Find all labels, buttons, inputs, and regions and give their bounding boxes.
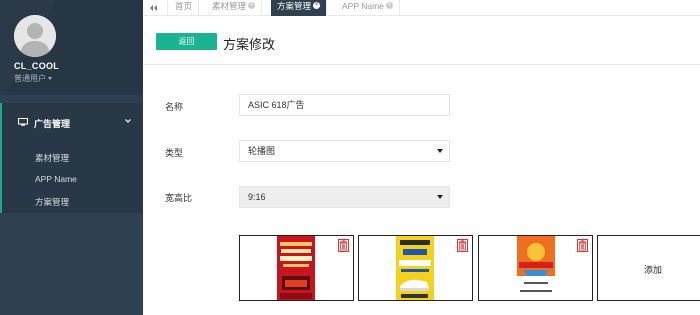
page-title: 方案修改 <box>223 37 276 52</box>
type-select-value: 轮播图 <box>248 146 276 156</box>
poster-image <box>277 236 315 300</box>
menu-group-ads: 广告管理 素材管理 APP Name 方案管理 <box>0 103 143 213</box>
poster-image <box>396 236 434 300</box>
double-chevron-left-icon <box>150 5 157 11</box>
sidebar-item-app-name[interactable]: APP Name <box>35 174 77 184</box>
close-icon[interactable]: × <box>248 2 256 10</box>
page-header: 返回 方案修改 <box>143 17 700 65</box>
menu-title: 广告管理 <box>34 119 71 129</box>
delete-icon[interactable] <box>457 239 468 252</box>
username: CL_COOL <box>14 61 60 71</box>
sidebar-item-plan[interactable]: 方案管理 <box>35 196 69 208</box>
ratio-select-value: 9:16 <box>248 192 266 202</box>
type-select[interactable]: 轮播图 <box>239 140 450 162</box>
tab-home[interactable]: 首页 <box>169 0 200 16</box>
type-label: 类型 <box>165 148 184 158</box>
name-label: 名称 <box>165 102 184 112</box>
tab-scroll-left-button[interactable] <box>143 0 168 16</box>
tab-app-name[interactable]: APP Name × <box>336 0 400 16</box>
add-image-button[interactable]: 添加 <box>597 235 700 301</box>
ratio-label: 宽高比 <box>165 193 193 203</box>
form-content: 名称 ASIC 618广告 类型 轮播图 宽高比 9:16 添加 <box>143 66 700 315</box>
tab-label: APP Name <box>342 1 384 11</box>
tab-material[interactable]: 素材管理 × <box>206 0 263 16</box>
tab-label: 素材管理 <box>212 1 247 11</box>
delete-icon[interactable] <box>577 239 588 252</box>
user-silhouette-icon <box>14 15 56 57</box>
sidebar-item-material[interactable]: 素材管理 <box>35 152 69 164</box>
select-arrow-icon <box>437 149 443 153</box>
image-thumbnail[interactable] <box>478 235 593 301</box>
delete-icon[interactable] <box>338 239 349 252</box>
avatar[interactable] <box>14 15 56 57</box>
close-icon[interactable]: × <box>313 2 321 10</box>
tab-label: 首页 <box>175 1 193 11</box>
chevron-down-icon <box>125 119 131 123</box>
sidebar: CL_COOL 普通用户 广告管理 素材管理 APP Name 方案管理 <box>0 0 143 315</box>
caret-down-icon <box>48 77 52 81</box>
select-arrow-icon <box>437 195 443 199</box>
tab-bar: 首页 素材管理 × 方案管理 × APP Name × <box>143 0 700 16</box>
back-button[interactable]: 返回 <box>156 33 217 50</box>
poster-image <box>517 236 555 300</box>
close-icon[interactable]: × <box>385 2 393 10</box>
add-label: 添加 <box>644 265 663 275</box>
menu-head-ads[interactable]: 广告管理 <box>18 117 131 130</box>
name-input[interactable]: ASIC 618广告 <box>239 94 450 116</box>
profile-panel: CL_COOL 普通用户 <box>0 0 143 95</box>
image-thumbnail[interactable] <box>358 235 473 301</box>
ratio-select[interactable]: 9:16 <box>239 186 450 208</box>
tab-label: 方案管理 <box>277 1 312 11</box>
image-thumbnail[interactable] <box>239 235 354 301</box>
user-role: 普通用户 <box>14 74 46 83</box>
user-role-dropdown[interactable]: 普通用户 <box>14 73 52 84</box>
monitor-icon <box>18 118 28 126</box>
tab-plan[interactable]: 方案管理 × <box>271 0 328 16</box>
